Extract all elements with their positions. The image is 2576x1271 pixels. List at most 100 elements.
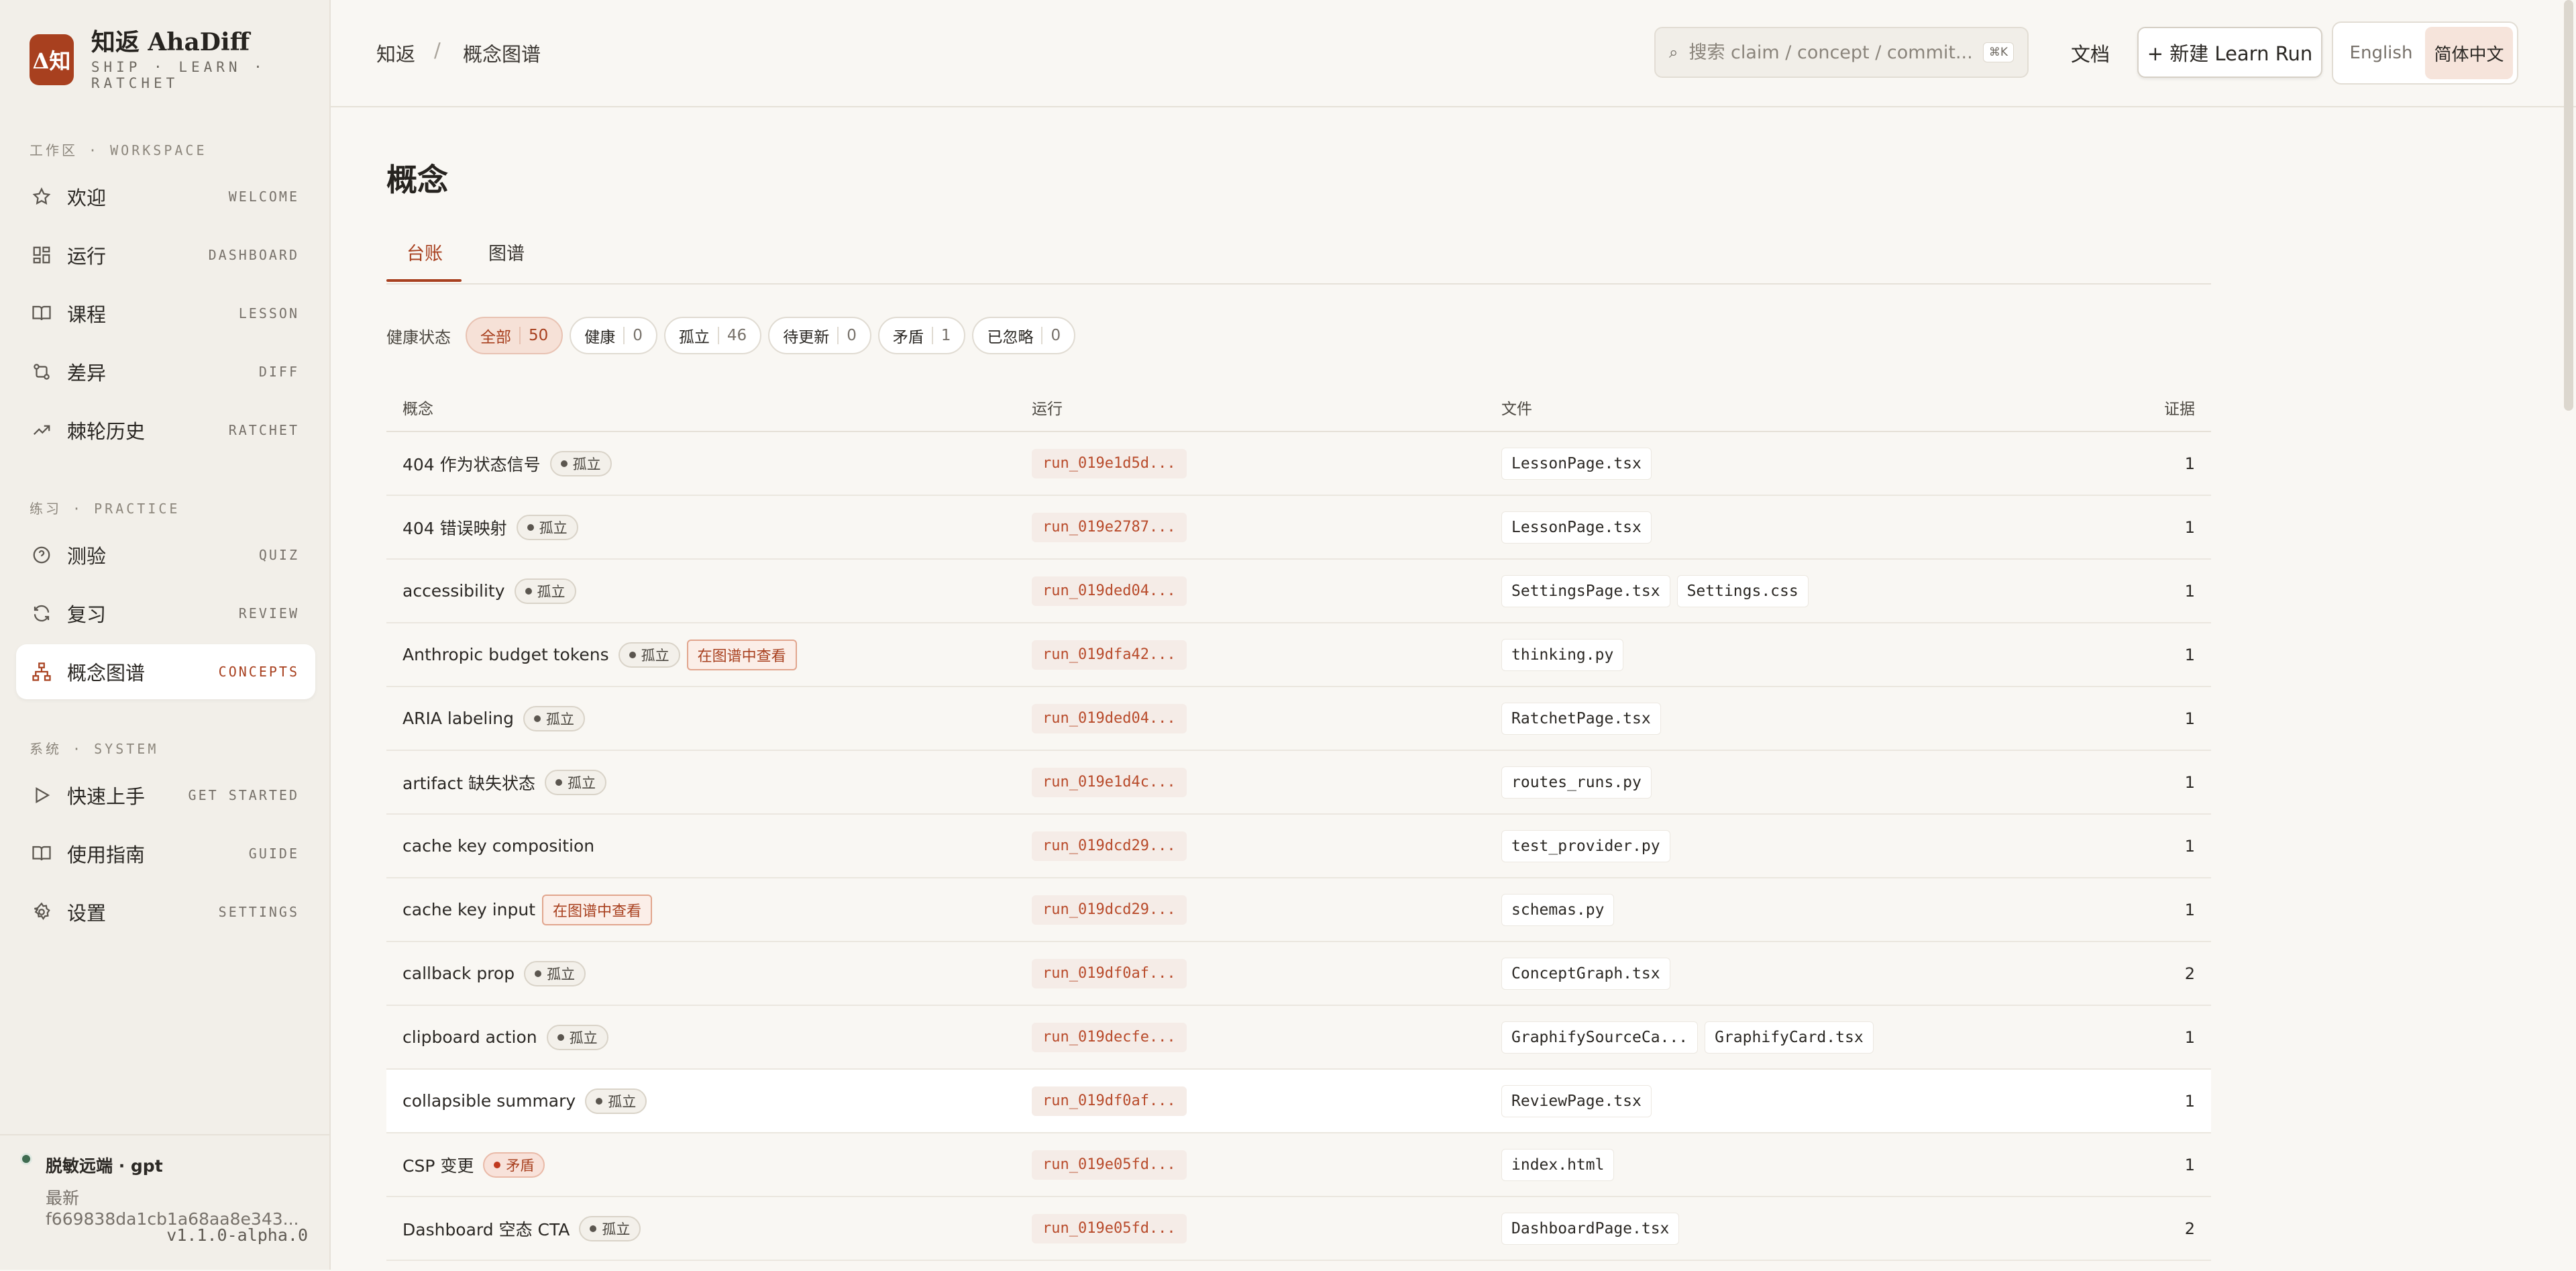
files-cell: RatchetPage.tsx xyxy=(1501,687,1668,750)
file-chip[interactable]: LessonPage.tsx xyxy=(1501,447,1652,480)
filter-chip-ignored[interactable]: 已忽略 0 xyxy=(972,317,1076,354)
run-id-link[interactable]: run_019e05fd... xyxy=(1032,1213,1187,1243)
tab-ledger[interactable]: 台账 xyxy=(407,239,443,265)
status-dot-icon xyxy=(590,1225,597,1232)
column-header-run[interactable]: 运行 xyxy=(1032,396,1063,419)
brand[interactable]: Δ知 知返 AhaDiff SHIP · LEARN · RATCHET xyxy=(30,28,329,91)
concept-name[interactable]: CSP 变更 xyxy=(402,1153,474,1177)
file-chip[interactable]: index.html xyxy=(1501,1148,1615,1181)
new-learn-run-button[interactable]: + 新建 Learn Run xyxy=(2137,27,2322,78)
concept-name[interactable]: clipboard action xyxy=(402,1027,537,1047)
column-header-concept[interactable]: 概念 xyxy=(402,396,433,419)
concept-name[interactable]: cache key composition xyxy=(402,836,594,856)
page-scrollbar[interactable] xyxy=(2564,0,2573,411)
table-row[interactable]: collapsible summary 孤立 run_019df0af... Revi… xyxy=(386,1070,2211,1133)
run-id-link[interactable]: run_019ded04... xyxy=(1032,703,1187,733)
file-chip[interactable]: thinking.py xyxy=(1501,638,1624,671)
tab-graph[interactable]: 图谱 xyxy=(488,239,525,265)
status-dot-icon xyxy=(555,778,562,786)
concept-name[interactable]: callback prop xyxy=(402,964,515,983)
sidebar-item-ratchet[interactable]: 棘轮历史 RATCHET xyxy=(16,403,315,458)
view-in-graph-button[interactable]: 在图谱中查看 xyxy=(542,894,653,925)
badge-label: 孤立 xyxy=(537,583,566,600)
concept-name[interactable]: 404 错误映射 xyxy=(402,515,507,540)
table-row[interactable]: 404 错误映射 孤立 run_019e2787... LessonPage.tsx 1 xyxy=(386,496,2211,560)
run-id-link[interactable]: run_019dcd29... xyxy=(1032,831,1187,861)
sidebar-item-diff[interactable]: 差异 DIFF xyxy=(16,344,315,399)
file-chip[interactable]: LessonPage.tsx xyxy=(1501,511,1652,544)
table-row[interactable]: ARIA labeling 孤立 run_019ded04... RatchetPag… xyxy=(386,687,2211,751)
table-row[interactable]: artifact 缺失状态 孤立 run_019e1d4c... routes_run… xyxy=(386,751,2211,815)
filter-chip-healthy[interactable]: 健康 0 xyxy=(570,317,657,354)
run-id-link[interactable]: run_019e05fd... xyxy=(1032,1150,1187,1180)
concept-name[interactable]: artifact 缺失状态 xyxy=(402,770,535,795)
filter-chip-all[interactable]: 全部 50 xyxy=(466,317,564,354)
run-id-link[interactable]: run_019dcd29... xyxy=(1032,895,1187,925)
run-id-link[interactable]: run_019dfa42... xyxy=(1032,640,1187,670)
health-filter-bar: 健康状态 全部 50 健康 0 孤立 46 待更新 0 矛盾 1 已忽略 0 xyxy=(386,315,1082,356)
file-chip[interactable]: ReviewPage.tsx xyxy=(1501,1084,1652,1117)
sidebar-item-review[interactable]: 复习 REVIEW xyxy=(16,586,315,641)
table-row[interactable]: callback prop 孤立 run_019df0af... ConceptGra… xyxy=(386,942,2211,1006)
concept-name[interactable]: cache key input xyxy=(402,900,535,919)
concept-cell: 404 作为状态信号 孤立 xyxy=(402,432,612,495)
lang-chinese-button[interactable]: 简体中文 xyxy=(2425,27,2513,79)
run-id-link[interactable]: run_019ded04... xyxy=(1032,576,1187,606)
table-row[interactable]: clipboard action 孤立 run_019decfe... Graphif… xyxy=(386,1006,2211,1070)
file-chip[interactable]: SettingsPage.tsx xyxy=(1501,574,1670,607)
table-row[interactable]: cache key composition run_019dcd29... test… xyxy=(386,815,2211,878)
lang-english-button[interactable]: English xyxy=(2337,27,2425,79)
search-icon: ⌕ xyxy=(1669,43,1678,62)
shortcut-hint: ⌘K xyxy=(1982,42,2014,62)
run-id-link[interactable]: run_019df0af... xyxy=(1032,1086,1187,1116)
search-box[interactable]: ⌕ ⌘K xyxy=(1654,27,2029,78)
table-row[interactable]: Anthropic budget tokens 孤立 在图谱中查看 run_019df… xyxy=(386,623,2211,687)
file-chip[interactable]: schemas.py xyxy=(1501,893,1615,926)
file-chip[interactable]: RatchetPage.tsx xyxy=(1501,702,1661,735)
sidebar-item-guide[interactable]: 使用指南 GUIDE xyxy=(16,826,315,881)
table-row[interactable]: cache key input 在图谱中查看 run_019dcd29... sche… xyxy=(386,878,2211,942)
evidence-count: 1 xyxy=(2184,581,2195,601)
filter-chip-orphan[interactable]: 孤立 46 xyxy=(663,317,762,354)
table-row[interactable]: accessibility 孤立 run_019ded04... SettingsPa… xyxy=(386,560,2211,623)
breadcrumb-home[interactable]: 知返 xyxy=(376,39,415,67)
file-chip[interactable]: test_provider.py xyxy=(1501,829,1670,862)
concept-name[interactable]: Anthropic budget tokens xyxy=(402,645,609,664)
concept-name[interactable]: 404 作为状态信号 xyxy=(402,452,541,476)
sidebar-item-get-started[interactable]: 快速上手 GET STARTED xyxy=(16,768,315,823)
sidebar-item-lesson[interactable]: 课程 LESSON xyxy=(16,286,315,341)
run-id-link[interactable]: run_019e1d5d... xyxy=(1032,448,1187,478)
concept-name[interactable]: Dashboard 空态 CTA xyxy=(402,1217,570,1241)
file-chip[interactable]: GraphifyCard.tsx xyxy=(1705,1021,1874,1054)
file-chip[interactable]: Settings.css xyxy=(1676,574,1809,607)
column-header-files[interactable]: 文件 xyxy=(1501,396,1532,419)
sidebar-item-welcome[interactable]: 欢迎 WELCOME xyxy=(16,169,315,224)
sidebar-item-quiz[interactable]: 测验 QUIZ xyxy=(16,527,315,582)
concept-name[interactable]: collapsible summary xyxy=(402,1091,576,1111)
sidebar-item-dashboard[interactable]: 运行 DASHBOARD xyxy=(16,227,315,283)
sidebar-item-concepts[interactable]: 概念图谱 CONCEPTS xyxy=(16,644,315,699)
column-header-evidence[interactable]: 证据 xyxy=(2164,396,2195,419)
search-input[interactable] xyxy=(1687,41,1983,64)
filter-chip-conflict[interactable]: 矛盾 1 xyxy=(877,317,966,354)
concept-name[interactable]: ARIA labeling xyxy=(402,709,514,728)
table-row[interactable]: CSP 变更 矛盾 run_019e05fd... index.html 1 xyxy=(386,1133,2211,1197)
file-chip[interactable]: routes_runs.py xyxy=(1501,766,1652,799)
file-chip[interactable]: ConceptGraph.tsx xyxy=(1501,957,1670,990)
health-badge: 孤立 xyxy=(516,514,578,540)
run-id-link[interactable]: run_019df0af... xyxy=(1032,958,1187,988)
filter-chip-stale[interactable]: 待更新 0 xyxy=(768,317,871,354)
file-chip[interactable]: GraphifySourceCa... xyxy=(1501,1021,1699,1054)
badge-label: 孤立 xyxy=(641,647,669,664)
view-in-graph-button[interactable]: 在图谱中查看 xyxy=(686,639,797,670)
concept-name[interactable]: accessibility xyxy=(402,581,505,601)
table-row[interactable]: 404 作为状态信号 孤立 run_019e1d5d... LessonPage.ts… xyxy=(386,432,2211,496)
sidebar-item-label: 棘轮历史 xyxy=(67,420,146,443)
run-id-link[interactable]: run_019e1d4c... xyxy=(1032,767,1187,797)
table-row[interactable]: Dashboard 空态 CTA 孤立 run_019e05fd... Dashboa… xyxy=(386,1197,2211,1261)
run-id-link[interactable]: run_019e2787... xyxy=(1032,512,1187,542)
sidebar-item-settings[interactable]: 设置 SETTINGS xyxy=(16,884,315,939)
docs-link[interactable]: 文档 xyxy=(2071,39,2110,67)
file-chip[interactable]: DashboardPage.tsx xyxy=(1501,1212,1680,1245)
run-id-link[interactable]: run_019decfe... xyxy=(1032,1022,1187,1052)
